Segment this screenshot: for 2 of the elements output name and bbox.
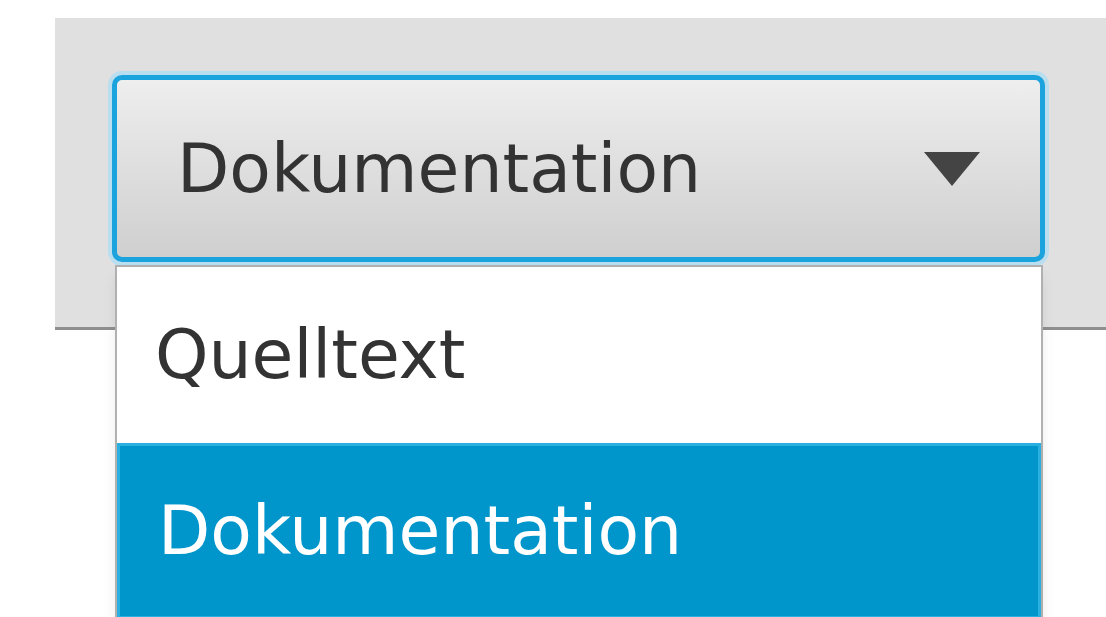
- caret-icon: [924, 151, 980, 186]
- menu-item[interactable]: Quelltext: [117, 267, 1041, 443]
